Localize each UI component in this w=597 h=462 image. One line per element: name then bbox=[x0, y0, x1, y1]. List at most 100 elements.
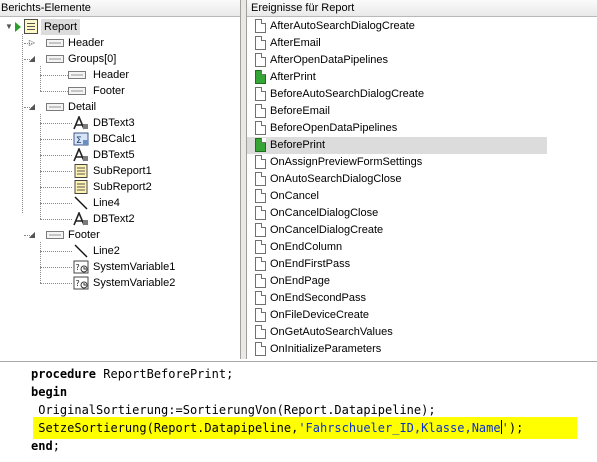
tree-node-group-footer[interactable]: Footer bbox=[0, 83, 240, 99]
event-label: OnCancelDialogClose bbox=[270, 207, 379, 219]
collapse-arrow-icon[interactable]: ◢ bbox=[28, 231, 36, 239]
tree-node-header[interactable]: ▷ Header bbox=[0, 35, 240, 51]
dbtext-icon bbox=[73, 116, 88, 130]
code-editor[interactable]: procedure ReportBeforePrint; begin Origi… bbox=[0, 361, 597, 462]
report-tree-pane: Berichts-Elemente ▼ Report ▷ Header ◢ Gr… bbox=[0, 0, 241, 359]
string-literal: ' bbox=[501, 421, 509, 435]
event-item[interactable]: OnEndFirstPass bbox=[247, 256, 547, 273]
tree-node-subreport2[interactable]: SubReport2 bbox=[0, 179, 240, 195]
event-item[interactable]: BeforeAutoSearchDialogCreate bbox=[247, 86, 547, 103]
event-icon bbox=[255, 308, 266, 322]
event-label: AfterPrint bbox=[270, 71, 316, 83]
event-label: BeforeOpenDataPipelines bbox=[270, 122, 398, 134]
tree-node-systemvariable1[interactable]: ? SystemVariable1 bbox=[0, 259, 240, 275]
tree-node-label: Report bbox=[41, 19, 81, 35]
line-icon bbox=[74, 196, 88, 210]
event-label: OnEndFirstPass bbox=[270, 258, 351, 270]
dbtext-icon bbox=[73, 148, 88, 162]
event-item[interactable]: OnInitializeParameters bbox=[247, 341, 547, 358]
event-item[interactable]: OnCancelDialogClose bbox=[247, 205, 547, 222]
code-text: ); bbox=[508, 421, 524, 435]
event-icon bbox=[255, 87, 266, 101]
band-icon bbox=[68, 71, 86, 79]
tree-node-label: SubReport1 bbox=[93, 165, 152, 177]
event-item[interactable]: OnAssignPreviewFormSettings bbox=[247, 154, 547, 171]
tree-node-dbcalc1[interactable]: Σ DBCalc1 bbox=[0, 131, 240, 147]
event-item[interactable]: AfterAutoSearchDialogCreate bbox=[247, 18, 547, 35]
expand-arrow-icon[interactable]: ▷ bbox=[28, 39, 36, 47]
subreport-icon bbox=[74, 180, 88, 194]
event-label: AfterEmail bbox=[270, 37, 321, 49]
current-item-arrow-icon bbox=[15, 22, 21, 32]
tree-node-detail[interactable]: ◢ Detail bbox=[0, 99, 240, 115]
tree-node-label: DBCalc1 bbox=[93, 133, 137, 145]
event-icon bbox=[255, 257, 266, 271]
event-item[interactable]: OnEndColumn bbox=[247, 239, 547, 256]
band-icon bbox=[46, 231, 64, 239]
tree-node-dbtext3[interactable]: DBText3 bbox=[0, 115, 240, 131]
tree-node-dbtext2[interactable]: DBText2 bbox=[0, 211, 240, 227]
dbtext-icon bbox=[73, 212, 88, 226]
event-item[interactable]: AfterPrint bbox=[247, 69, 547, 86]
tree-node-label: SystemVariable2 bbox=[93, 277, 176, 289]
events-header: Ereignisse für Report bbox=[247, 0, 597, 17]
collapse-arrow-icon[interactable]: ◢ bbox=[28, 55, 36, 63]
tree-node-footer[interactable]: ◢ Footer bbox=[0, 227, 240, 243]
assigned-event-icon bbox=[255, 70, 266, 84]
code-text: SetzeSortierung(Report.Datapipeline, bbox=[31, 421, 299, 435]
tree-node-label: Header bbox=[68, 37, 105, 49]
event-list: AfterAutoSearchDialogCreate AfterEmail Aft… bbox=[247, 18, 597, 358]
tree-node-report[interactable]: ▼ Report bbox=[0, 19, 240, 35]
event-item[interactable]: OnCancel bbox=[247, 188, 547, 205]
band-icon bbox=[46, 39, 64, 47]
event-icon bbox=[255, 19, 266, 33]
tree-node-label: DBText5 bbox=[93, 149, 135, 161]
report-icon bbox=[24, 19, 38, 34]
event-item[interactable]: BeforePrint bbox=[247, 137, 547, 154]
event-label: OnCancel bbox=[270, 190, 319, 202]
tree-node-label: SystemVariable1 bbox=[93, 261, 176, 273]
tree-node-label: Line4 bbox=[93, 197, 120, 209]
event-item[interactable]: OnGetAutoSearchValues bbox=[247, 324, 547, 341]
group-icon bbox=[46, 55, 64, 63]
tree-node-line2[interactable]: Line2 bbox=[0, 243, 240, 259]
tree-node-groups[interactable]: ◢ Groups[0] bbox=[0, 51, 240, 67]
event-label: OnAssignPreviewFormSettings bbox=[270, 156, 423, 168]
tree-node-systemvariable2[interactable]: ? SystemVariable2 bbox=[0, 275, 240, 291]
events-pane: Ereignisse für Report AfterAutoSearchDia… bbox=[246, 0, 597, 359]
event-icon bbox=[255, 223, 266, 237]
report-tree: ▼ Report ▷ Header ◢ Groups[0] Header Foo… bbox=[0, 18, 240, 358]
tree-node-label: Footer bbox=[68, 229, 100, 241]
collapse-arrow-icon[interactable]: ◢ bbox=[28, 103, 36, 111]
band-icon bbox=[46, 103, 64, 111]
string-literal: 'Fahrschueler_ID,Klasse,Name bbox=[298, 421, 501, 435]
event-icon bbox=[255, 274, 266, 288]
svg-text:?: ? bbox=[76, 279, 80, 288]
svg-text:Σ: Σ bbox=[76, 136, 82, 146]
event-item[interactable]: OnEndPage bbox=[247, 273, 547, 290]
event-item[interactable]: OnFileDeviceCreate bbox=[247, 307, 547, 324]
event-item[interactable]: AfterOpenDataPipelines bbox=[247, 52, 547, 69]
event-item[interactable]: OnAutoSearchDialogClose bbox=[247, 171, 547, 188]
event-item[interactable]: AfterEmail bbox=[247, 35, 547, 52]
event-icon bbox=[255, 53, 266, 67]
tree-node-subreport1[interactable]: SubReport1 bbox=[0, 163, 240, 179]
event-label: OnEndColumn bbox=[270, 241, 343, 253]
tree-node-label: DBText2 bbox=[93, 213, 135, 225]
code-text: ; bbox=[52, 439, 60, 453]
tree-node-dbtext5[interactable]: DBText5 bbox=[0, 147, 240, 163]
code-text: OriginalSortierung:=SortierungVon(Report… bbox=[31, 403, 436, 417]
event-label: OnCancelDialogCreate bbox=[270, 224, 384, 236]
code-line: SetzeSortierung(Report.Datapipeline,'Fah… bbox=[31, 419, 523, 437]
event-item[interactable]: OnCancelDialogCreate bbox=[247, 222, 547, 239]
event-item[interactable]: BeforeEmail bbox=[247, 103, 547, 120]
tree-node-line4[interactable]: Line4 bbox=[0, 195, 240, 211]
event-item[interactable]: OnEndSecondPass bbox=[247, 290, 547, 307]
tree-node-group-header[interactable]: Header bbox=[0, 67, 240, 83]
band-icon bbox=[68, 87, 86, 95]
event-icon bbox=[255, 121, 266, 135]
event-label: OnAutoSearchDialogClose bbox=[270, 173, 402, 185]
event-item[interactable]: BeforeOpenDataPipelines bbox=[247, 120, 547, 137]
tree-node-label: Line2 bbox=[93, 245, 120, 257]
collapse-arrow-icon[interactable]: ▼ bbox=[5, 23, 13, 31]
